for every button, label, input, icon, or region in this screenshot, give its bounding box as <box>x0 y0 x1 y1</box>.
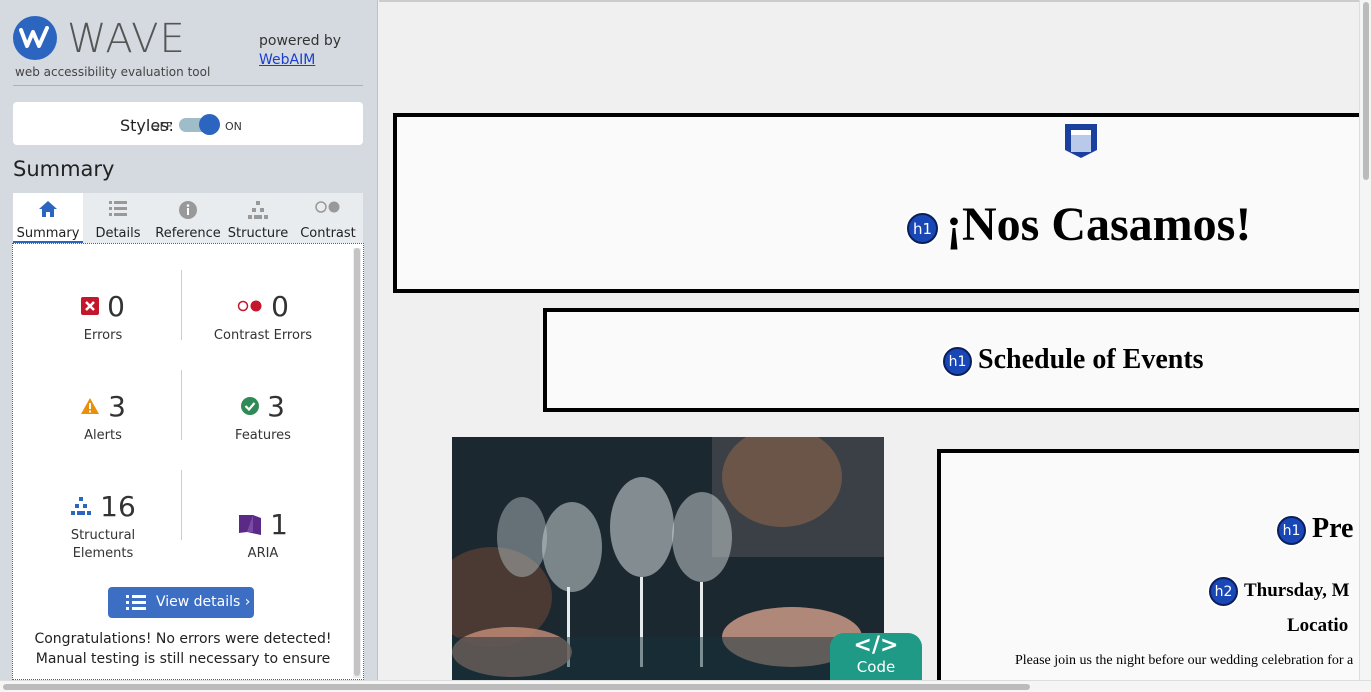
tab-structure-label: Structure <box>227 226 289 241</box>
wave-wordmark: WAVE <box>67 16 186 62</box>
tab-reference-label: Reference <box>155 226 221 241</box>
tagline: web accessibility evaluation tool <box>15 65 211 79</box>
summary-panel: 0 Errors 0 Contrast Errors 3 Alerts 3 Fe… <box>12 243 364 680</box>
congrats-message: Congratulations! No errors were detected… <box>34 631 332 667</box>
wine-toast-image <box>452 437 884 680</box>
powered-by: powered by WebAIM <box>259 32 341 70</box>
h1-badge: h1 <box>943 347 972 377</box>
vertical-scroll-thumb[interactable] <box>1363 2 1369 180</box>
tab-details-label: Details <box>95 226 141 241</box>
panel-tabs: Summary Details Reference Structure Cont… <box>13 193 363 243</box>
toggle-knob <box>199 114 220 135</box>
summary-heading: Summary <box>13 157 115 181</box>
panel-scroll-thumb[interactable] <box>354 248 360 676</box>
styles-off-label: OFF <box>151 120 173 133</box>
invite-text: Please join us the night before our wedd… <box>1015 653 1354 668</box>
aria-count: 1 <box>270 507 288 541</box>
heading-schedule-text: Schedule of Events <box>978 344 1204 375</box>
stat-features[interactable]: 3 Features <box>183 389 343 445</box>
view-details-label: View details › <box>156 594 251 610</box>
list-icon <box>109 201 127 216</box>
tab-details[interactable]: Details <box>83 193 153 243</box>
wave-sidebar: WAVE web accessibility evaluation tool p… <box>0 0 378 680</box>
tab-summary-label: Summary <box>16 226 80 241</box>
contrast-errors-label: Contrast Errors <box>213 328 313 343</box>
stat-aria[interactable]: 1 ARIA <box>183 507 343 563</box>
features-count: 3 <box>267 389 285 423</box>
features-label: Features <box>235 428 291 443</box>
structural-label: Structural Elements <box>70 528 136 561</box>
list-icon <box>126 595 146 610</box>
info-icon <box>179 201 197 219</box>
page-horizontal-scrollbar[interactable] <box>0 680 1371 692</box>
alert-icon <box>81 398 100 414</box>
webaim-link[interactable]: WebAIM <box>259 51 341 70</box>
header-box: h1 ¡Nos Casamos! <box>393 113 1359 293</box>
heading-pre: h1 Pre <box>1277 513 1354 546</box>
celebration-photo <box>452 437 884 680</box>
location-text: Locatio <box>1287 615 1349 636</box>
top-border <box>379 0 1359 2</box>
heading-schedule: h1 Schedule of Events <box>943 344 1204 377</box>
styles-toggle[interactable] <box>179 114 220 135</box>
contrast-errors-count: 0 <box>271 289 289 323</box>
heading-pre-text: Pre <box>1312 513 1354 544</box>
home-icon <box>39 201 57 217</box>
structure-icon <box>71 497 92 515</box>
tab-structure[interactable]: Structure <box>223 193 293 243</box>
h2-badge: h2 <box>1209 577 1238 606</box>
schedule-box: h1 Schedule of Events <box>543 308 1359 412</box>
feature-icon <box>241 397 260 415</box>
tab-reference[interactable]: Reference <box>153 193 223 243</box>
presentation-box: h1 Pre h2 Thursday, M Locatio Please join … <box>937 449 1359 680</box>
alerts-label: Alerts <box>84 428 122 443</box>
h1-badge: h1 <box>907 213 938 245</box>
aria-icon <box>239 515 262 535</box>
errors-count: 0 <box>107 289 125 323</box>
powered-by-text: powered by <box>259 33 342 49</box>
structural-count: 16 <box>100 489 136 523</box>
stat-alerts[interactable]: 3 Alerts <box>23 389 183 445</box>
page-vertical-scrollbar[interactable] <box>1359 0 1371 680</box>
heading-date: h2 Thursday, M <box>1209 577 1350 606</box>
panel-scrollbar[interactable] <box>353 248 361 678</box>
view-details-button[interactable]: View details › <box>108 587 254 618</box>
alerts-count: 3 <box>108 389 126 423</box>
stat-structural[interactable]: 16 Structural Elements <box>23 489 183 563</box>
horizontal-scroll-thumb[interactable] <box>3 684 1030 690</box>
styles-on-label: ON <box>225 120 242 133</box>
brand-header: WAVE web accessibility evaluation tool p… <box>13 16 363 86</box>
tab-contrast-label: Contrast <box>300 226 356 241</box>
error-icon <box>81 297 100 315</box>
aria-label: ARIA <box>247 546 279 561</box>
stat-errors[interactable]: 0 Errors <box>23 289 183 345</box>
styles-toggle-box: Styles: OFF ON <box>13 102 363 145</box>
code-toggle-button[interactable]: </> Code <box>830 633 922 680</box>
heading-date-text: Thursday, M <box>1244 579 1350 601</box>
stat-contrast-errors[interactable]: 0 Contrast Errors <box>183 289 343 345</box>
contrast-error-icon <box>237 300 262 312</box>
structure-icon <box>248 201 268 219</box>
errors-label: Errors <box>83 328 123 343</box>
tab-summary[interactable]: Summary <box>13 193 83 243</box>
h1-badge: h1 <box>1277 516 1306 546</box>
heading-title-text: ¡Nos Casamos! <box>946 198 1252 251</box>
heading-title: h1 ¡Nos Casamos! <box>907 197 1251 252</box>
contrast-icon <box>315 201 340 213</box>
code-icon: </> <box>853 633 899 658</box>
html-landmark-icon <box>1065 124 1097 158</box>
tab-contrast[interactable]: Contrast <box>293 193 363 243</box>
wave-logo-icon <box>13 16 57 60</box>
code-label: Code <box>856 658 896 676</box>
page-preview: h1 ¡Nos Casamos! h1 Schedule of Events h… <box>379 0 1359 680</box>
wave-app: WAVE web accessibility evaluation tool p… <box>0 0 1371 692</box>
